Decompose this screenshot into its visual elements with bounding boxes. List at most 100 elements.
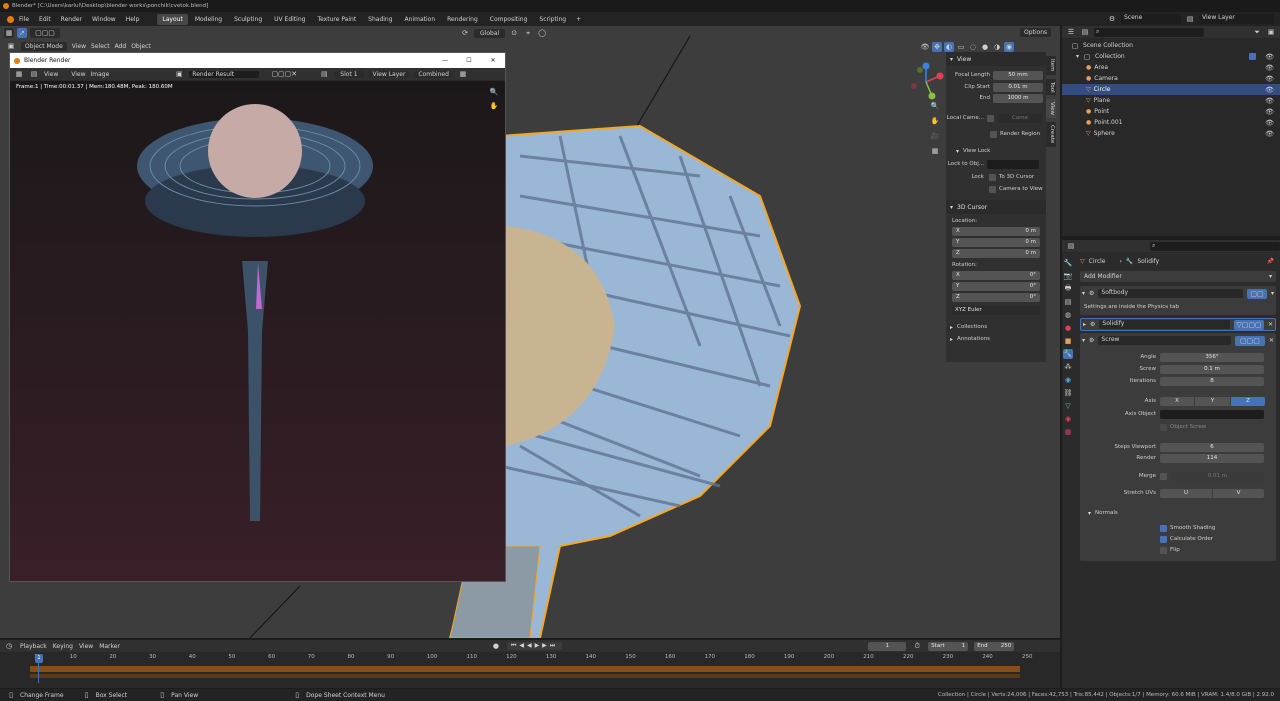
pivot-icon[interactable]: ⊙ [509,28,519,38]
tab-modeling[interactable]: Modeling [190,14,227,25]
shading-rendered-icon[interactable]: ◉ [1004,42,1014,52]
tab-layout[interactable]: Layout [157,13,188,25]
lock-to-object-field[interactable] [987,159,1039,169]
data-tab-icon[interactable]: ▽ [1063,401,1073,411]
camera-to-view-checkbox[interactable] [989,185,996,193]
slot-dropdown[interactable]: Slot 1 [334,70,364,78]
menu-edit[interactable]: Edit [39,16,51,23]
outliner-search-field[interactable]: ⌕ [1094,27,1204,37]
sidebar-tab-tool[interactable]: Tool [1046,78,1056,96]
outliner-display-icon[interactable]: ▤ [1080,27,1090,37]
screw-expand-icon[interactable]: ▾ [1082,337,1085,344]
sidebar-tab-view[interactable]: View [1046,99,1056,119]
axis-object-field[interactable] [1160,409,1264,419]
eye-icon[interactable]: 👁 [1265,130,1274,138]
view-section-header[interactable]: ▾ View [946,52,1046,66]
pan-hand-icon[interactable]: ✋ [930,116,940,126]
playhead[interactable]: 1 [35,654,43,683]
render-region-checkbox[interactable] [990,130,997,138]
overlay-icon[interactable]: ◐ [944,42,954,52]
shading-material-icon[interactable]: ◑ [992,42,1002,52]
menu-render[interactable]: Render [61,16,82,23]
tab-animation[interactable]: Animation [400,14,441,25]
softbody-expand-icon[interactable]: ▾ [1082,290,1085,297]
render-result-field[interactable]: Render Result [189,70,260,78]
camera-view-icon[interactable]: 🎥 [930,131,940,141]
view-lock-header[interactable]: ▾ View Lock [946,145,1046,157]
3d-cursor-section-header[interactable]: ▾ 3D Cursor [946,200,1046,214]
collection-eye-icon[interactable]: 👁 [1265,53,1274,61]
visibility-icon[interactable]: 👁 [920,42,930,52]
frame-start-field[interactable]: Start 1 [928,641,969,651]
outliner-item[interactable]: ● Point 👁 [1062,106,1280,117]
playback-controls[interactable]: ⏮◀◀▶▶⏭ [506,642,563,650]
perspective-grid-icon[interactable]: ▦ [930,146,940,156]
steps-viewport-field[interactable]: 6 [1160,442,1264,452]
render-menu-view-icon[interactable]: ▤ [29,69,39,79]
output-tab-icon[interactable]: 🖶 [1063,284,1073,294]
view-layer-tab-icon[interactable]: ▤ [1063,297,1073,307]
rotation-x-field[interactable]: X 0° [952,270,1040,280]
clip-start-field[interactable]: 0.01 m [993,82,1043,92]
collection-checkbox[interactable] [1249,53,1257,60]
timeline-menu-keying[interactable]: Keying [53,643,73,650]
display-channels-icon[interactable]: ▤ [319,69,329,79]
tab-texture-paint[interactable]: Texture Paint [312,14,361,25]
particles-tab-icon[interactable]: ⁂ [1063,362,1073,372]
tool-tab-icon[interactable]: 🔧 [1063,258,1073,268]
xray-icon[interactable]: ▭ [956,42,966,52]
proportional-icon[interactable]: ◯ [537,28,547,38]
select-mode-icons[interactable]: ▢▢▢ [30,28,60,38]
clip-end-field[interactable]: 1000 m [993,93,1043,103]
viewport-menu-select[interactable]: Select [91,43,110,50]
rotation-y-field[interactable]: Y 0° [952,281,1040,291]
gizmo-icon[interactable]: ✥ [932,42,942,52]
scene-tab-icon[interactable]: ◍ [1063,310,1073,320]
outliner-item[interactable]: ● Camera 👁 [1062,73,1280,84]
eye-icon[interactable]: 👁 [1265,86,1274,94]
layer-dropdown[interactable]: View Layer [368,70,410,78]
eye-icon[interactable]: 👁 [1265,64,1274,72]
blender-menu-icon[interactable] [7,15,14,23]
orientation-dropdown[interactable]: Global [474,28,506,38]
render-steps-field[interactable]: 114 [1160,453,1264,463]
tab-rendering[interactable]: Rendering [442,14,483,25]
flip-checkbox[interactable] [1160,546,1167,554]
world-tab-icon[interactable]: ● [1063,323,1073,333]
options-dropdown[interactable]: Options [1020,28,1052,37]
location-z-field[interactable]: Z0 m [952,248,1040,258]
outliner-item[interactable]: ● Point.001 👁 [1062,117,1280,128]
render-pan-icon[interactable]: ✋ [489,101,499,111]
eye-icon[interactable]: 👁 [1265,108,1274,116]
rotation-mode-dropdown[interactable]: XYZ Euler [952,305,1040,315]
outliner-item[interactable]: ▽ Plane 👁 [1062,95,1280,106]
image-browse-icon[interactable]: ▣ [174,69,184,79]
screw-toggle-icons[interactable]: ▢▢▢ [1234,335,1265,346]
maximize-icon[interactable]: ☐ [457,57,481,64]
frame-end-field[interactable]: End 250 [974,641,1015,651]
minimize-icon[interactable]: — [433,57,457,64]
menu-file[interactable]: File [19,16,29,23]
timeline-menu-marker[interactable]: Marker [99,643,120,650]
new-collection-icon[interactable]: ▣ [1266,27,1276,37]
navigation-gizmo[interactable] [906,62,946,102]
focal-length-field[interactable]: 50 mm [993,70,1043,80]
modifier-tab-icon[interactable]: 🔧 [1063,349,1073,359]
object-tab-icon[interactable]: ■ [1063,336,1073,346]
stretch-v-button[interactable]: V [1213,488,1264,498]
menu-window[interactable]: Window [92,16,116,23]
annotations-section-header[interactable]: ▸ Annotations [946,333,1046,345]
current-frame-field[interactable]: 1 [868,641,907,651]
render-menu-image[interactable]: Image [91,71,110,78]
collection-arrow-icon[interactable]: ▾ [1076,53,1079,60]
softbody-name-field[interactable]: Softbody [1098,289,1243,298]
render-menu-view-2[interactable]: View [71,71,85,78]
snap-icon[interactable]: ⌖ [523,28,533,38]
collections-section-header[interactable]: ▸ Collections [946,321,1046,333]
local-camera-field[interactable]: Came [998,113,1042,123]
menu-help[interactable]: Help [126,16,140,23]
viewport-menu-add[interactable]: Add [115,43,127,50]
eye-icon[interactable]: 👁 [1265,75,1274,83]
outliner-item[interactable]: ● Area 👁 [1062,62,1280,73]
object-mode-dropdown[interactable]: Object Mode [21,41,67,51]
